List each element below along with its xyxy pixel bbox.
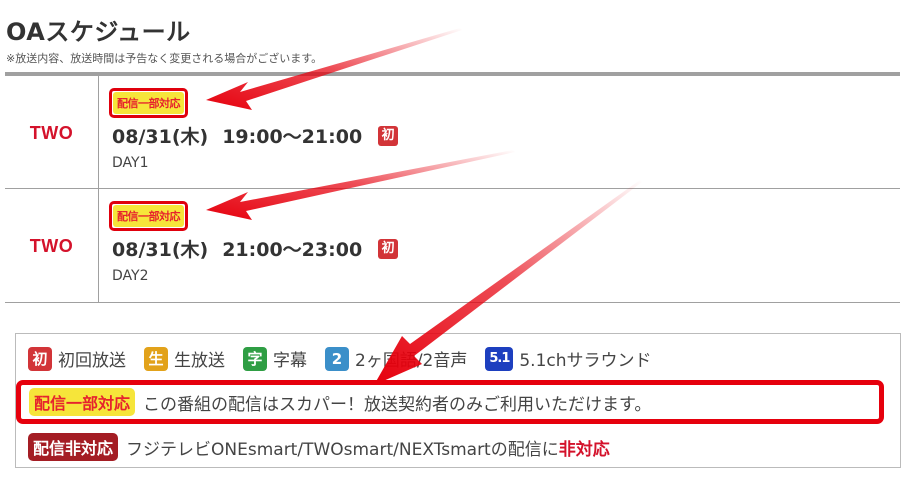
- broadcast-date: 08/31(木): [112, 126, 209, 148]
- legend-label: 2ヶ国語/2音声: [355, 351, 468, 371]
- channel-name: TWO: [5, 76, 99, 188]
- broadcast-timeslot: 21:00〜23:00: [222, 239, 363, 261]
- schedule-row: TWO 配信一部対応 08/31(木) 19:00〜21:00 初 DAY1: [5, 76, 900, 189]
- legend-label: 初回放送: [58, 351, 126, 371]
- broadcast-date: 08/31(木): [112, 239, 209, 261]
- partial-delivery-badge: 配信一部対応: [113, 205, 184, 227]
- schedule-row: TWO 配信一部対応 08/31(木) 21:00〜23:00 初 DAY2: [5, 189, 900, 303]
- surround-51-icon: 5.1: [485, 346, 514, 371]
- program-title[interactable]: DAY1: [112, 155, 398, 171]
- legend-label: 5.1chサラウンド: [519, 351, 652, 371]
- legend-panel: 初 初回放送 生 生放送 字 字幕 2 2ヶ国語/2音声 5.1 5.1chサラ…: [15, 333, 901, 468]
- program-title[interactable]: DAY2: [112, 268, 398, 284]
- partial-delivery-badge: 配信一部対応: [29, 388, 136, 416]
- oa-schedule-table: TWO 配信一部対応 08/31(木) 19:00〜21:00 初 DAY1 T…: [5, 72, 900, 303]
- legend-item-first: 初 初回放送: [28, 346, 126, 371]
- broadcast-time: 08/31(木) 19:00〜21:00 初: [112, 122, 399, 149]
- partial-delivery-legend: 配信一部対応 この番組の配信はスカパー！放送契約者のみご利用いただけます。: [16, 380, 884, 424]
- unsupported-delivery-badge: 配信非対応: [28, 433, 119, 461]
- highlight-box: 配信一部対応: [109, 201, 188, 231]
- legend-item-subtitle: 字 字幕: [243, 346, 307, 371]
- legend-label: 生放送: [174, 351, 225, 371]
- legend-item-surround: 5.1 5.1chサラウンド: [485, 346, 652, 371]
- legend-item-bilingual: 2 2ヶ国語/2音声: [325, 346, 467, 371]
- legend-label: 字幕: [273, 351, 307, 371]
- unsupported-emphasis: 非対応: [558, 439, 610, 460]
- bilingual-audio-icon: 2: [325, 346, 349, 371]
- broadcast-time: 08/31(木) 21:00〜23:00 初: [112, 235, 399, 262]
- first-broadcast-icon: 初: [378, 125, 399, 146]
- unsupported-delivery-text: フジテレビONEsmart/TWOsmart/NEXTsmartの配信に: [126, 439, 559, 460]
- partial-delivery-text: この番組の配信はスカパー！放送契約者のみご利用いただけます。: [143, 394, 652, 415]
- legend-icons-row: 初 初回放送 生 生放送 字 字幕 2 2ヶ国語/2音声 5.1 5.1chサラ…: [28, 346, 670, 371]
- legend-item-live: 生 生放送: [144, 346, 225, 371]
- schedule-notice: ※放送内容、放送時間は予告なく変更される場合がございます。: [6, 52, 323, 65]
- broadcast-timeslot: 19:00〜21:00: [222, 126, 363, 148]
- schedule-info: 配信一部対応 08/31(木) 21:00〜23:00 初 DAY2: [99, 189, 399, 302]
- schedule-info: 配信一部対応 08/31(木) 19:00〜21:00 初 DAY1: [99, 76, 399, 188]
- unsupported-delivery-legend: 配信非対応 フジテレビONEsmart/TWOsmart/NEXTsmartの配…: [28, 433, 610, 461]
- page-title: OAスケジュール: [6, 18, 191, 46]
- channel-name: TWO: [5, 189, 99, 302]
- subtitle-icon: 字: [243, 346, 267, 371]
- partial-delivery-badge: 配信一部対応: [113, 92, 184, 114]
- highlight-box: 配信一部対応: [109, 88, 188, 118]
- first-broadcast-icon: 初: [378, 238, 399, 259]
- live-broadcast-icon: 生: [144, 346, 168, 371]
- first-broadcast-icon: 初: [28, 346, 52, 371]
